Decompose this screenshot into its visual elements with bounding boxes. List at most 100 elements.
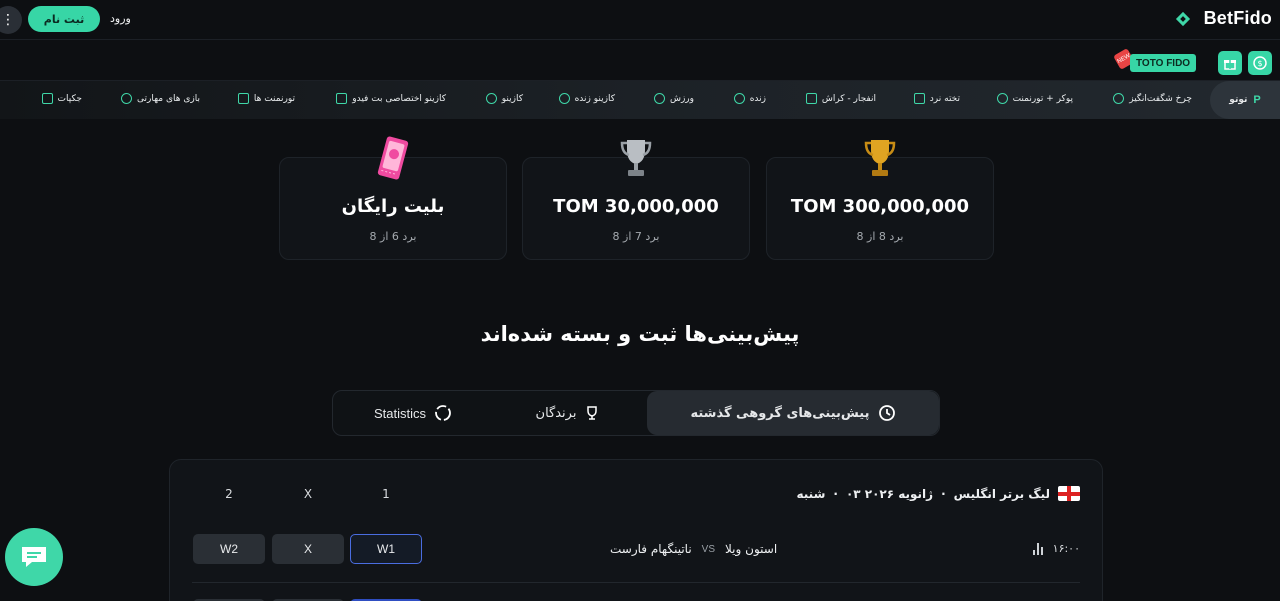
- chat-button[interactable]: [5, 528, 63, 586]
- nav-item-label: بازی های مهارتی: [137, 93, 200, 104]
- tab-label: برندگان: [535, 405, 577, 421]
- slot-icon: [336, 93, 348, 104]
- nav-item-skill-games[interactable]: بازی های مهارتی: [121, 93, 200, 104]
- prize-amount: بلیت رایگان: [341, 196, 445, 217]
- live-icon: [733, 93, 745, 104]
- match-date: ۰۳ ژانویه ۲۰۲۶: [845, 486, 934, 501]
- match-time: ۱۶:۰۰: [1052, 542, 1080, 555]
- main-nav: توتو P چرخ شگفت‌انگیز پوکر + تورنمنت تخت…: [0, 81, 1280, 119]
- chat-icon: [22, 547, 46, 567]
- nav-item-jackpot[interactable]: جکپات: [41, 93, 82, 104]
- match-time-row: ۱۶:۰۰: [1032, 542, 1080, 555]
- match-league-info: شنبه · ۰۳ ژانویه ۲۰۲۶ · لیگ برتر انگلیس: [796, 486, 1080, 501]
- tab-statistics[interactable]: Statistics: [353, 391, 473, 435]
- away-team: ناتینگهام فارست: [610, 542, 692, 556]
- separator-dot: ·: [833, 486, 838, 501]
- dealer-icon: [558, 93, 570, 104]
- signup-button[interactable]: ثبت نام: [28, 6, 100, 32]
- nav-item-backgammon[interactable]: تخته نرد: [913, 93, 960, 104]
- nav-item-live-casino[interactable]: کازینو زنده: [558, 93, 615, 104]
- stats-bars-icon[interactable]: [1032, 542, 1043, 555]
- tab-winners[interactable]: برندگان: [493, 391, 643, 435]
- dollar-icon: $: [1253, 56, 1267, 70]
- casino-chip-icon: [485, 93, 497, 104]
- nav-item-label: تخته نرد: [929, 93, 960, 104]
- nav-item-label: کازینو: [501, 93, 523, 104]
- bet-option-w1[interactable]: W1: [350, 534, 422, 564]
- tab-past-predictions[interactable]: پیش‌بینی‌های گروهی گذشته: [647, 391, 939, 435]
- column-header-1: 1: [382, 487, 390, 501]
- wheel-icon: [1113, 93, 1125, 104]
- promo-bar: NEW TOTO FIDO $: [0, 41, 1280, 81]
- dice-icon: [913, 93, 925, 104]
- hourglass-icon: [237, 93, 249, 104]
- column-header-x: X: [303, 487, 313, 501]
- svg-text:$: $: [1257, 59, 1262, 68]
- loading-circle-icon: [435, 405, 451, 421]
- column-header-2: 2: [225, 487, 233, 501]
- nav-item-label: توتو: [1229, 95, 1248, 105]
- nav-item-crash[interactable]: انفجار - کراش: [805, 93, 876, 104]
- tab-label: پیش‌بینی‌های گروهی گذشته: [690, 405, 870, 421]
- league-name: لیگ برتر انگلیس: [953, 486, 1050, 501]
- nav-item-label: زنده: [749, 93, 766, 104]
- tab-label: Statistics: [373, 405, 426, 421]
- silver-trophy-icon: [620, 140, 652, 176]
- prize-condition: برد 8 از 8: [856, 230, 904, 243]
- page-title: پیش‌بینی‌ها ثبت و بسته شده‌اند: [480, 322, 800, 346]
- nav-item-label: ورزش: [669, 93, 694, 104]
- tabs-bar: پیش‌بینی‌های گروهی گذشته برندگان Statist…: [332, 390, 940, 436]
- toto-fido-badge[interactable]: TOTO FIDO: [1130, 54, 1197, 72]
- nav-item-label: کازینو زنده: [574, 93, 615, 104]
- home-team: استون ویلا: [725, 542, 778, 556]
- prize-card-first: TOM 300,000,000 برد 8 از 8: [766, 140, 994, 260]
- bet-option-x[interactable]: X: [272, 534, 344, 564]
- prize-card-third: بلیت رایگان برد 6 از 8: [279, 136, 507, 260]
- prize-condition: برد 7 از 8: [612, 230, 660, 243]
- poker-chip-icon: [996, 93, 1008, 104]
- chart-icon: [805, 93, 817, 104]
- nav-item-tournaments[interactable]: تورنمنت ها: [237, 93, 295, 104]
- brand-name: BetFido: [1203, 8, 1272, 28]
- top-header: ⋮ ثبت نام ورود BetFido: [0, 0, 1280, 40]
- row-divider: [192, 582, 1080, 583]
- prize-amount: TOM 30,000,000: [553, 196, 719, 217]
- nav-item-toto[interactable]: توتو P: [1210, 81, 1280, 119]
- prize-card-second: TOM 30,000,000 برد 7 از 8: [522, 140, 750, 260]
- diamond-icon: [41, 93, 53, 104]
- skill-icon: [121, 93, 133, 104]
- nav-item-label: چرخ شگفت‌انگیز: [1129, 93, 1192, 104]
- login-link[interactable]: ورود: [110, 12, 131, 25]
- nav-item-live[interactable]: زنده: [733, 93, 766, 104]
- more-menu-icon[interactable]: ⋮: [0, 6, 22, 34]
- gold-trophy-icon: [864, 140, 896, 176]
- betfido-logo-icon: [1175, 11, 1198, 27]
- nav-item-sports[interactable]: ورزش: [653, 93, 694, 104]
- bet-option-w2[interactable]: W2: [193, 534, 265, 564]
- ball-icon: [653, 93, 665, 104]
- match-day: شنبه: [796, 486, 826, 501]
- nav-item-poker[interactable]: پوکر + تورنمنت: [996, 93, 1073, 104]
- gift-button[interactable]: [1218, 51, 1242, 75]
- history-icon: [878, 405, 895, 421]
- separator-dot: ·: [941, 486, 946, 501]
- vs-label: VS: [701, 543, 716, 555]
- nav-item-label: انفجار - کراش: [821, 93, 876, 104]
- trophy-icon: [587, 406, 598, 420]
- nav-item-casino[interactable]: کازینو: [485, 93, 523, 104]
- prize-condition: برد 6 از 8: [369, 230, 417, 243]
- brand-logo[interactable]: BetFido: [1175, 8, 1272, 29]
- nav-item-label: کازینو اختصاصی بت فیدو: [352, 93, 446, 104]
- gift-icon: [1224, 60, 1236, 70]
- nav-item-label: تورنمنت ها: [253, 93, 295, 104]
- ticket-icon: [377, 136, 409, 180]
- nav-item-exclusive-casino[interactable]: کازینو اختصاصی بت فیدو: [336, 93, 446, 104]
- nav-item-label: جکپات: [57, 93, 82, 104]
- deposit-button[interactable]: $: [1248, 51, 1272, 75]
- prize-amount: TOM 300,000,000: [790, 196, 970, 217]
- nav-item-label: پوکر + تورنمنت: [1012, 93, 1073, 104]
- nav-item-wheel[interactable]: چرخ شگفت‌انگیز: [1113, 93, 1192, 104]
- toto-p-icon: P: [1253, 94, 1261, 106]
- england-flag-icon: [1058, 486, 1080, 501]
- match-panel: شنبه · ۰۳ ژانویه ۲۰۲۶ · لیگ برتر انگلیس …: [169, 459, 1103, 601]
